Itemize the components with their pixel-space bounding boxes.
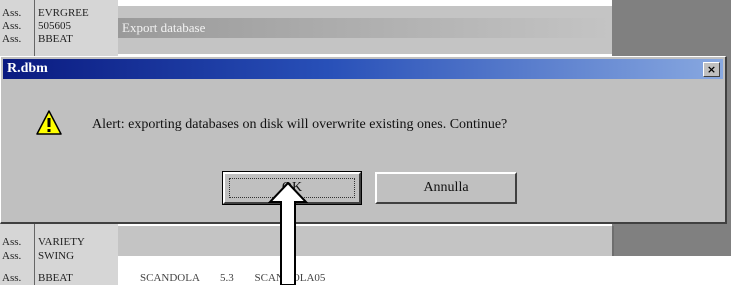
background-row-type: Ass. xyxy=(2,33,22,45)
background-row-type: Ass. xyxy=(2,7,22,19)
dialog-title: R.dbm xyxy=(7,61,48,76)
background-row-type: Ass. xyxy=(2,272,22,284)
background-row-type: Ass. xyxy=(2,20,22,32)
background-row-name: SWING xyxy=(38,250,75,262)
background-list-row: Ass. BBEAT xyxy=(0,272,73,284)
background-row-name: VARIETY xyxy=(38,236,85,248)
alert-message: Alert: exporting databases on disk will … xyxy=(92,117,508,132)
background-row-type: Ass. xyxy=(2,236,22,248)
background-row-name: BBEAT xyxy=(38,272,73,284)
background-row-name: BBEAT xyxy=(38,33,73,45)
background-list-row: Ass. EVRGREE xyxy=(0,7,89,19)
background-row-name: EVRGREE xyxy=(38,7,89,19)
export-window-bottom xyxy=(118,226,614,256)
cancel-button-label: Annulla xyxy=(423,180,469,195)
background-list-row: Ass. 505605 xyxy=(0,20,71,32)
close-button[interactable]: × xyxy=(703,62,720,77)
export-database-window: Export database xyxy=(118,6,614,54)
cancel-button[interactable]: Annulla xyxy=(375,172,517,204)
background-row-name: 505605 xyxy=(38,20,71,32)
background-row-type: Ass. xyxy=(2,250,22,262)
close-icon: × xyxy=(706,63,717,76)
background-list-row: Ass. SWING xyxy=(0,250,74,262)
background-list-row: Ass. VARIETY xyxy=(0,236,85,248)
warning-icon xyxy=(36,110,62,135)
alert-dialog: R.dbm × Alert: exporting databases on di… xyxy=(0,56,727,224)
dialog-titlebar[interactable]: R.dbm × xyxy=(3,59,723,79)
background-list-row: Ass. BBEAT xyxy=(0,33,73,45)
export-window-title: Export database xyxy=(118,18,612,38)
annotation-arrow-icon xyxy=(268,182,308,285)
